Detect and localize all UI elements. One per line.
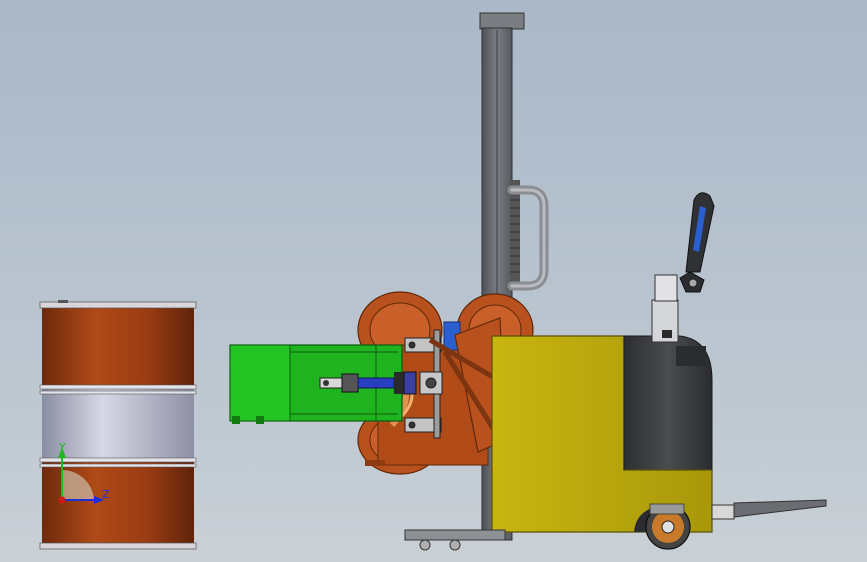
tiller-handle xyxy=(651,192,715,343)
drum xyxy=(39,300,197,550)
machine-body xyxy=(491,335,713,533)
drive-wheel xyxy=(645,503,691,550)
z-axis-label: Z xyxy=(102,488,110,501)
y-axis-label: Y xyxy=(58,441,66,454)
cad-viewport[interactable]: Y Z xyxy=(0,0,867,562)
drum-handler-drawing: Y Z xyxy=(39,12,827,551)
